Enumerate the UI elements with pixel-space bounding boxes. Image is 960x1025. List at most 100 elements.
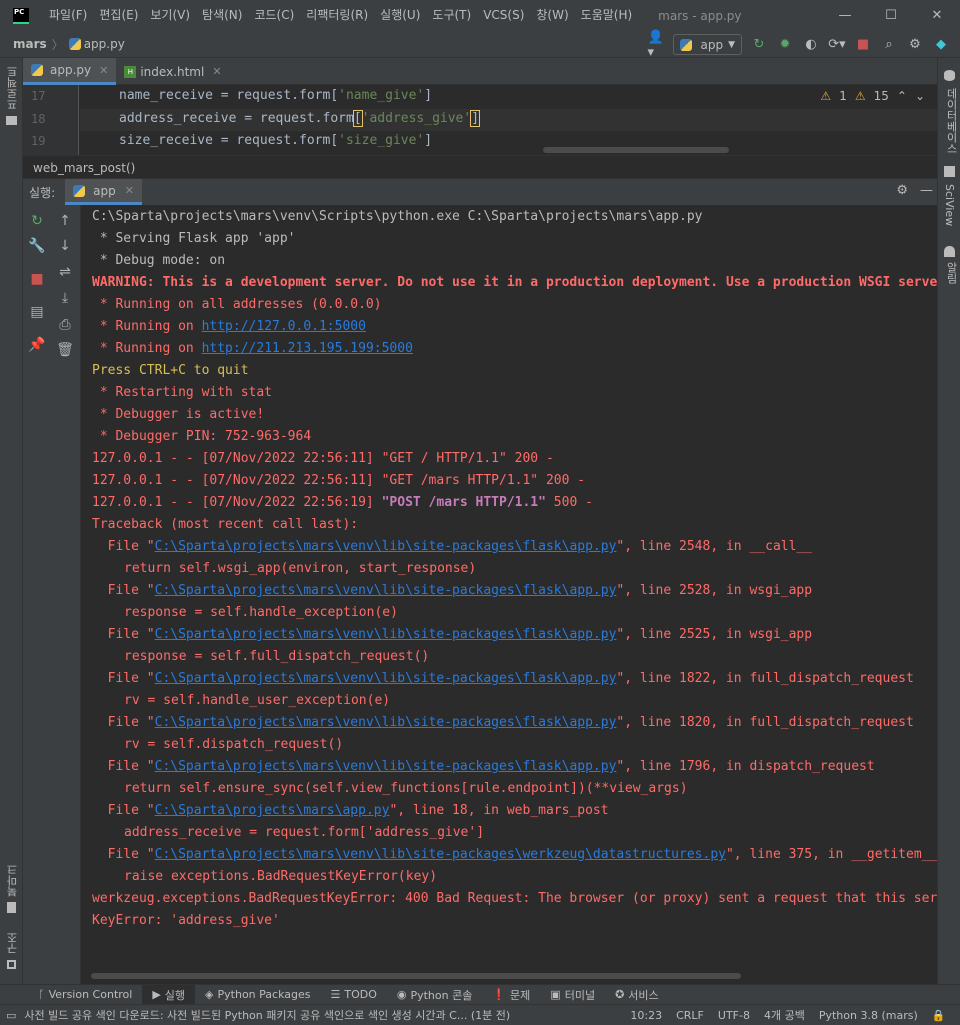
- file-link[interactable]: C:\Sparta\projects\mars\venv\lib\site-pa…: [155, 539, 617, 554]
- scroll-up-icon[interactable]: ↑: [56, 212, 74, 230]
- console-line: Press CTRL+C to quit: [92, 363, 249, 378]
- menu-edit[interactable]: 편집(E): [93, 0, 144, 31]
- trash-icon[interactable]: 🗑: [56, 341, 74, 359]
- console-text: File ": [92, 803, 155, 818]
- stop-icon[interactable]: ■: [28, 270, 46, 288]
- project-tool-tab[interactable]: 프로젝트: [5, 66, 21, 110]
- console-horizontal-scrollbar[interactable]: [91, 973, 741, 979]
- lock-icon[interactable]: 🔒: [932, 1009, 946, 1022]
- settings-icon[interactable]: ⚙: [906, 36, 924, 54]
- code-breadcrumb[interactable]: web_mars_post(): [23, 155, 937, 179]
- wrench-icon[interactable]: 🔧: [28, 237, 46, 255]
- profile-icon[interactable]: ⟳▾: [828, 36, 846, 54]
- structure-tool-tab[interactable]: 구조: [5, 932, 21, 954]
- maximize-button[interactable]: ☐: [868, 0, 914, 31]
- tool-version-control[interactable]: ᚴ Version Control: [28, 985, 142, 1005]
- traceback-frame: File "C:\Sparta\projects\mars\venv\lib\s…: [92, 712, 914, 734]
- menu-vcs[interactable]: VCS(S): [477, 0, 530, 31]
- user-icon[interactable]: 👤▾: [647, 30, 665, 60]
- nav-file[interactable]: app.py: [68, 37, 125, 51]
- title-bar: PC 파일(F) 편집(E) 보기(V) 탐색(N) 코드(C) 리팩터링(R)…: [0, 0, 960, 31]
- tab-app-py[interactable]: app.py ✕: [23, 58, 117, 85]
- menu-view[interactable]: 보기(V): [144, 0, 196, 31]
- python-interpreter[interactable]: Python 3.8 (mars): [819, 1009, 918, 1022]
- file-link[interactable]: C:\Sparta\projects\mars\venv\lib\site-pa…: [155, 583, 617, 598]
- coverage-icon[interactable]: ◐: [802, 36, 820, 54]
- debug-icon[interactable]: ✹: [776, 36, 794, 54]
- menu-navigate[interactable]: 탐색(N): [196, 0, 248, 31]
- url-link[interactable]: http://127.0.0.1:5000: [202, 319, 366, 334]
- file-encoding[interactable]: UTF-8: [718, 1009, 750, 1022]
- search-icon[interactable]: ⌕: [880, 36, 898, 54]
- url-link[interactable]: http://211.213.195.199:5000: [202, 341, 413, 356]
- status-layout-icon[interactable]: ▭: [6, 1009, 16, 1022]
- file-link[interactable]: C:\Sparta\projects\mars\venv\lib\site-pa…: [155, 847, 726, 862]
- status-message[interactable]: 사전 빌드 공유 색인 다운로드: 사전 빌드된 Python 패키지 공유 색…: [24, 1007, 616, 1023]
- tool-run[interactable]: ▶ 실행: [142, 984, 196, 1005]
- editor-horizontal-scrollbar[interactable]: [543, 147, 729, 153]
- file-link[interactable]: C:\Sparta\projects\mars\venv\lib\site-pa…: [155, 627, 617, 642]
- tool-problems[interactable]: ❗ 문제: [482, 985, 540, 1005]
- chevron-right-icon: 〉: [51, 37, 64, 52]
- tool-terminal[interactable]: ▣ 터미널: [540, 985, 605, 1005]
- sciview-tool-tab[interactable]: SciView: [943, 184, 956, 226]
- notifications-tool-tab[interactable]: 알림: [943, 262, 959, 284]
- menu-tools[interactable]: 도구(T): [426, 0, 477, 31]
- chevron-up-icon[interactable]: ⌃: [897, 89, 907, 103]
- console-request: "POST /mars HTTP/1.1": [381, 495, 546, 510]
- editor-tabs: app.py ✕ H index.html ✕: [23, 58, 937, 85]
- print-icon[interactable]: ⎙: [56, 316, 74, 334]
- run-console[interactable]: C:\Sparta\projects\mars\venv\Scripts\pyt…: [81, 205, 937, 984]
- menu-file[interactable]: 파일(F): [43, 0, 93, 31]
- indent-setting[interactable]: 4개 공백: [764, 1007, 805, 1023]
- database-tool-tab[interactable]: 데이터베이스: [943, 88, 959, 154]
- close-icon[interactable]: ✕: [125, 184, 134, 197]
- menu-window[interactable]: 창(W): [530, 0, 574, 31]
- tool-todo[interactable]: ☰ TODO: [320, 985, 386, 1005]
- run-tab-app[interactable]: app ✕: [65, 179, 142, 205]
- file-link[interactable]: C:\Sparta\projects\mars\venv\lib\site-pa…: [155, 715, 617, 730]
- run-config-select[interactable]: app ▼: [673, 34, 742, 55]
- layout-icon[interactable]: ▤: [28, 303, 46, 321]
- nav-project[interactable]: mars: [13, 37, 47, 51]
- settings-icon[interactable]: ⚙: [896, 183, 908, 198]
- file-link[interactable]: C:\Sparta\projects\mars\venv\lib\site-pa…: [155, 671, 617, 686]
- html-file-icon: H: [124, 65, 137, 78]
- close-icon[interactable]: ✕: [99, 64, 108, 77]
- pin-icon[interactable]: 📌: [28, 336, 46, 354]
- tab-label: index.html: [140, 64, 205, 79]
- caret-position[interactable]: 10:23: [630, 1009, 662, 1022]
- chevron-down-icon[interactable]: ⌄: [915, 89, 925, 103]
- run-panel-header: 실행: app ✕ ⚙ —: [23, 179, 937, 205]
- close-icon[interactable]: ✕: [212, 65, 221, 78]
- code-text: address_receive = request.form: [119, 111, 354, 126]
- file-link[interactable]: C:\Sparta\projects\mars\venv\lib\site-pa…: [155, 759, 617, 774]
- tab-index-html[interactable]: H index.html ✕: [116, 58, 229, 85]
- menu-help[interactable]: 도움말(H): [575, 0, 639, 31]
- code-editor[interactable]: 17 18 19 name_receive = request.form['na…: [23, 85, 937, 155]
- run-config-label: app: [700, 37, 724, 52]
- tool-python-packages[interactable]: ◈ Python Packages: [195, 985, 320, 1005]
- file-link[interactable]: C:\Sparta\projects\mars\app.py: [155, 803, 390, 818]
- bookmarks-tool-tab[interactable]: 북마크: [5, 864, 21, 897]
- line-separator[interactable]: CRLF: [676, 1009, 704, 1022]
- rerun-icon[interactable]: ↻: [28, 212, 46, 230]
- tool-python-console[interactable]: ◉ Python 콘솔: [387, 985, 482, 1005]
- console-text: rv = self.handle_user_exception(e): [124, 693, 391, 708]
- close-window-button[interactable]: ✕: [914, 0, 960, 31]
- tool-services[interactable]: ✪ 서비스: [605, 985, 669, 1005]
- menu-refactor[interactable]: 리팩터링(R): [300, 0, 374, 31]
- toolbox-icon[interactable]: ◆: [932, 36, 950, 54]
- scroll-down-icon[interactable]: ↓: [56, 237, 74, 255]
- inspection-widget[interactable]: ⚠ 1 ⚠ 15 ⌃ ⌄: [820, 89, 925, 103]
- hide-panel-icon[interactable]: —: [920, 183, 933, 198]
- tool-label: 문제: [510, 988, 531, 1002]
- stop-icon[interactable]: ■: [854, 36, 872, 54]
- menu-code[interactable]: 코드(C): [248, 0, 300, 31]
- rerun-icon[interactable]: ↻: [750, 36, 768, 54]
- scroll-to-end-icon[interactable]: ⤓: [56, 289, 74, 307]
- python-file-icon: [68, 38, 81, 50]
- soft-wrap-icon[interactable]: ⇌: [56, 263, 74, 281]
- minimize-button[interactable]: —: [822, 0, 868, 31]
- menu-run[interactable]: 실행(U): [374, 0, 426, 31]
